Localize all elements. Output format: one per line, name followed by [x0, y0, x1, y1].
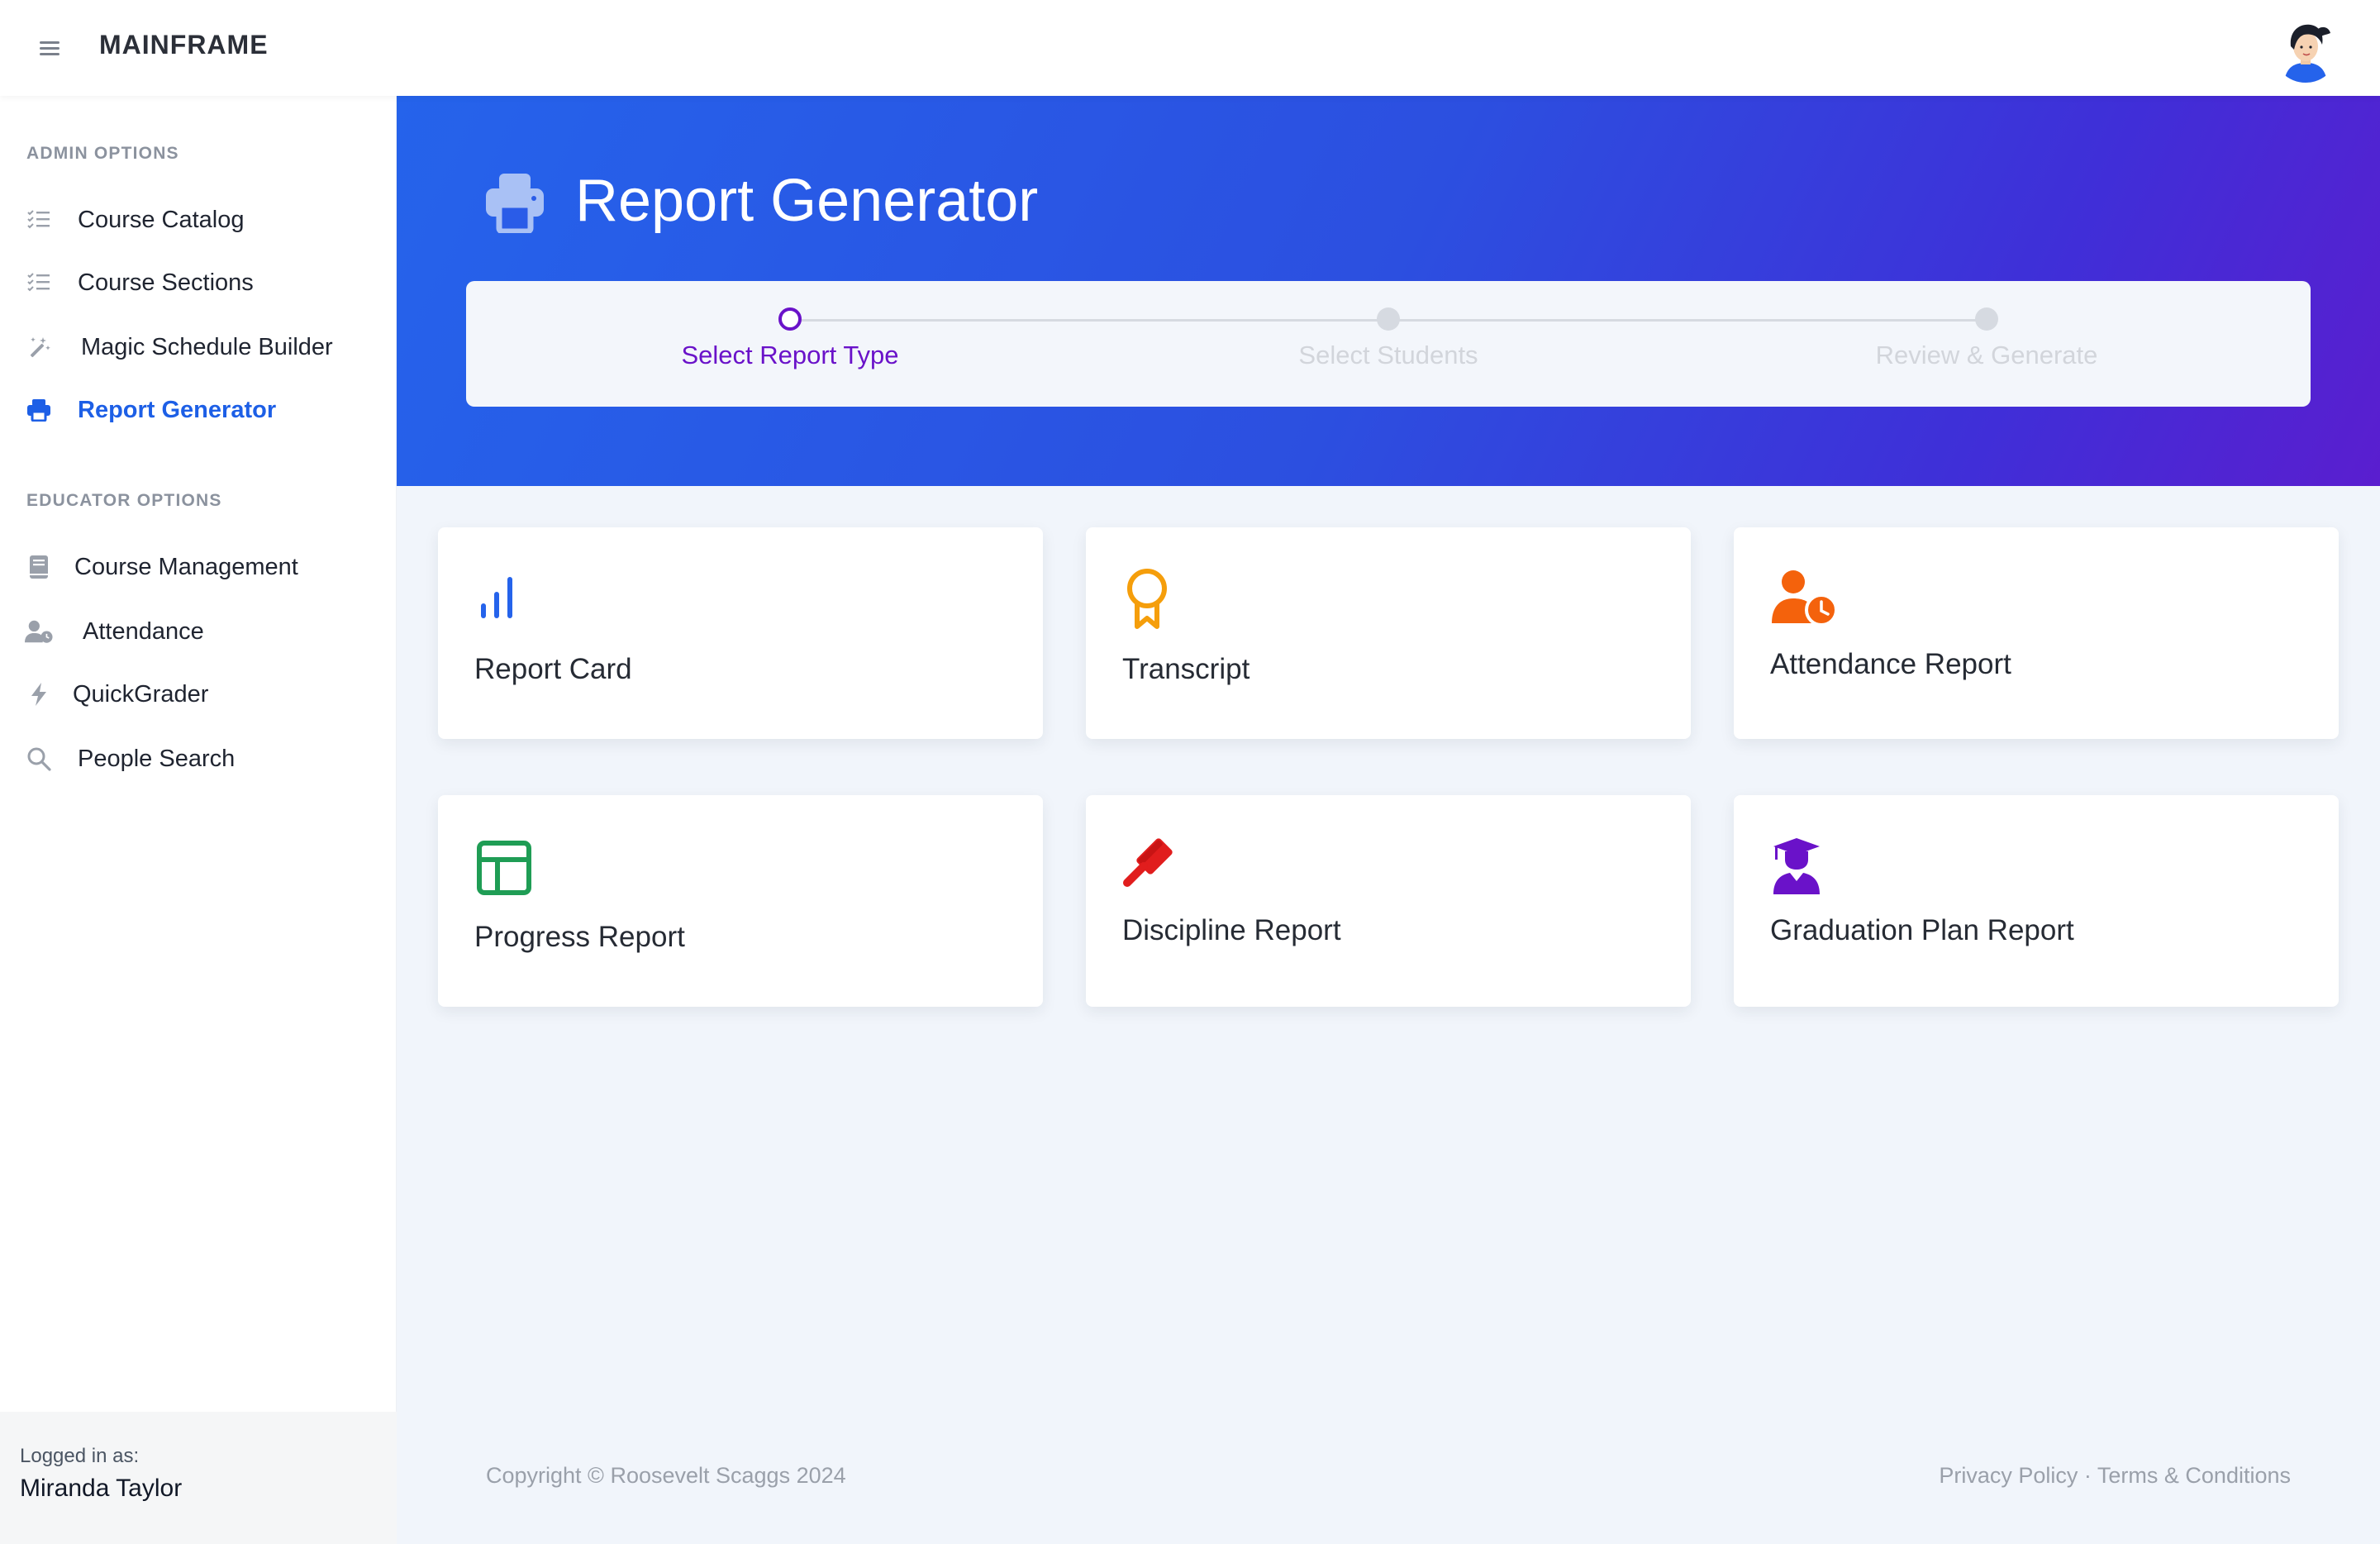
- sidebar-section-educator: EDUCATOR OPTIONS: [26, 491, 222, 510]
- lightning-icon: [25, 680, 53, 708]
- sidebar: ADMIN OPTIONS Course Catalog Course Sect…: [0, 96, 397, 1544]
- user-clock-icon: [1770, 565, 1838, 630]
- sidebar-section-admin: ADMIN OPTIONS: [26, 144, 179, 163]
- footer-separator: ·: [2078, 1463, 2097, 1488]
- printer-icon: [484, 172, 545, 235]
- sidebar-item-label: Course Sections: [78, 269, 254, 296]
- attendance-report-option[interactable]: Attendance Report: [1734, 527, 2339, 739]
- footer-copyright: Copyright © Roosevelt Scaggs 2024: [486, 1463, 846, 1488]
- footer-links: Privacy Policy · Terms & Conditions: [1939, 1463, 2291, 1489]
- sidebar-item-label: People Search: [78, 745, 236, 772]
- graduation-plan-report-option[interactable]: Graduation Plan Report: [1734, 795, 2339, 1007]
- user-clock-icon: [25, 617, 53, 646]
- sidebar-item-label: Course Management: [74, 553, 298, 580]
- card-label: Transcript: [1122, 653, 1250, 685]
- report-wizard-stepper: Select Report Type Select Students Revie…: [466, 281, 2311, 407]
- sidebar-item-course-management[interactable]: Course Management: [25, 544, 372, 590]
- list-check-icon: [25, 269, 53, 297]
- step-select-students[interactable]: Select Students: [1223, 307, 1554, 370]
- printer-icon: [25, 396, 53, 424]
- sidebar-item-label: Report Generator: [78, 396, 277, 423]
- layout-panel-icon: [474, 833, 532, 898]
- sidebar-item-magic-schedule-builder[interactable]: Magic Schedule Builder: [25, 324, 372, 370]
- top-bar: MAINFRAME: [0, 0, 2380, 96]
- transcript-option[interactable]: Transcript: [1086, 527, 1691, 739]
- step-review-generate[interactable]: Review & Generate: [1821, 307, 2152, 370]
- brand-logo[interactable]: MAINFRAME: [99, 30, 269, 60]
- privacy-policy-link[interactable]: Privacy Policy: [1939, 1463, 2078, 1488]
- report-card-option[interactable]: Report Card: [438, 527, 1043, 739]
- sidebar-item-attendance[interactable]: Attendance: [25, 608, 372, 655]
- card-label: Attendance Report: [1770, 648, 2011, 680]
- book-icon: [25, 553, 53, 581]
- award-ribbon-icon: [1122, 565, 1180, 630]
- page-title: Report Generator: [575, 168, 1039, 234]
- step-label: Select Report Type: [681, 341, 899, 369]
- step-select-report-type[interactable]: Select Report Type: [625, 307, 955, 370]
- sidebar-item-course-sections[interactable]: Course Sections: [25, 260, 372, 306]
- card-label: Progress Report: [474, 921, 685, 953]
- sidebar-item-label: Magic Schedule Builder: [81, 333, 333, 360]
- gavel-icon: [1122, 833, 1180, 898]
- step-label: Review & Generate: [1875, 341, 2098, 369]
- sidebar-item-quickgrader[interactable]: QuickGrader: [25, 671, 372, 717]
- list-check-icon: [25, 206, 53, 234]
- sidebar-item-course-catalog[interactable]: Course Catalog: [25, 197, 372, 243]
- step-label: Select Students: [1298, 341, 1478, 369]
- graduate-user-icon: [1770, 833, 1828, 898]
- terms-conditions-link[interactable]: Terms & Conditions: [2097, 1463, 2291, 1488]
- user-avatar[interactable]: [2273, 17, 2339, 83]
- logged-in-user-name: Miranda Taylor: [20, 1475, 183, 1502]
- page-header-hero: Report Generator Select Report Type Sele…: [397, 96, 2380, 486]
- sidebar-item-label: Course Catalog: [78, 206, 245, 233]
- discipline-report-option[interactable]: Discipline Report: [1086, 795, 1691, 1007]
- sidebar-item-label: Attendance: [83, 617, 204, 645]
- step-indicator: [1377, 307, 1400, 331]
- sidebar-item-report-generator[interactable]: Report Generator: [25, 387, 372, 433]
- progress-report-option[interactable]: Progress Report: [438, 795, 1043, 1007]
- hamburger-menu-icon[interactable]: [36, 35, 63, 61]
- card-label: Discipline Report: [1122, 914, 1341, 946]
- logged-in-label: Logged in as:: [20, 1445, 140, 1467]
- step-indicator: [1975, 307, 1998, 331]
- search-icon: [25, 745, 53, 773]
- bar-chart-icon: [474, 565, 532, 630]
- card-label: Graduation Plan Report: [1770, 914, 2074, 946]
- sidebar-item-people-search[interactable]: People Search: [25, 736, 372, 782]
- step-indicator: [778, 307, 802, 331]
- magic-wand-icon: [25, 333, 53, 361]
- card-label: Report Card: [474, 653, 632, 685]
- sidebar-item-label: QuickGrader: [73, 680, 209, 708]
